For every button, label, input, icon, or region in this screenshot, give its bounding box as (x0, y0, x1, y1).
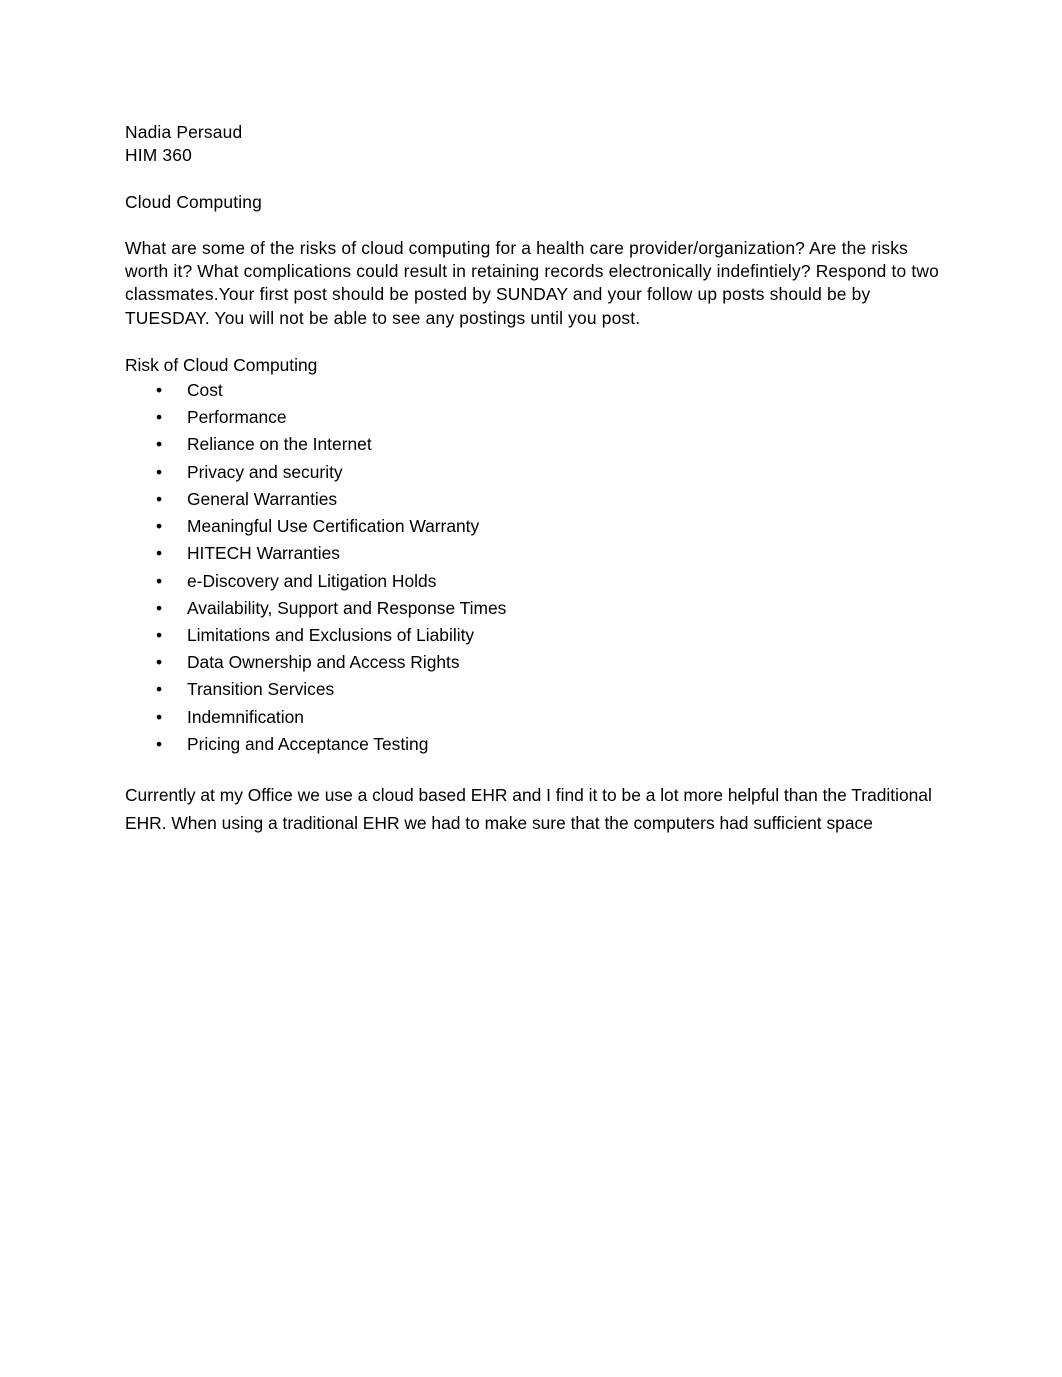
list-item: • e-Discovery and Litigation Holds (125, 568, 943, 595)
list-item-label: Privacy and security (187, 461, 343, 482)
list-item: • Pricing and Acceptance Testing (125, 731, 943, 758)
list-item: • Cost (125, 377, 943, 404)
spacer-after-list (125, 758, 943, 781)
list-item: • Indemnification (125, 704, 943, 731)
bullet-icon: • (156, 380, 163, 401)
list-item-label: Cost (187, 380, 223, 401)
bullet-icon: • (156, 407, 163, 428)
list-item: • Privacy and security (125, 459, 943, 486)
document-body: Nadia Persaud HIM 360 Cloud Computing Wh… (125, 121, 943, 837)
list-item-label: Pricing and Acceptance Testing (187, 733, 429, 754)
author-name: Nadia Persaud (125, 122, 243, 142)
list-item-label: Availability, Support and Response Times (187, 597, 507, 618)
spacer-after-title (125, 214, 943, 237)
bullet-icon: • (156, 516, 163, 537)
bullet-icon: • (156, 624, 163, 645)
list-item: • Performance (125, 404, 943, 431)
list-item-label: Indemnification (187, 706, 304, 727)
document-page: Nadia Persaud HIM 360 Cloud Computing Wh… (0, 0, 1062, 1377)
list-item: • Transition Services (125, 676, 943, 703)
course-code: HIM 360 (125, 145, 192, 166)
bullet-icon: • (156, 597, 163, 618)
list-item-label: Limitations and Exclusions of Liability (187, 624, 475, 645)
bullet-icon: • (156, 488, 163, 509)
spacer-after-prompt (125, 330, 943, 353)
list-item: • Reliance on the Internet (125, 431, 943, 458)
list-item: • Availability, Support and Response Time… (125, 595, 943, 622)
list-item: • HITECH Warranties (125, 540, 943, 567)
bullet-icon: • (156, 733, 163, 754)
list-item: • Meaningful Use Certification Warranty (125, 513, 943, 540)
list-item-label: Meaningful Use Certification Warranty (187, 516, 480, 537)
bullet-icon: • (156, 461, 163, 482)
bullet-icon: • (156, 570, 163, 591)
bullet-icon: • (156, 652, 163, 673)
list-item-label: HITECH Warranties (187, 543, 340, 564)
bullet-icon: • (156, 543, 163, 564)
list-item-label: Reliance on the Internet (187, 434, 372, 455)
document-title: Cloud Computing (125, 191, 262, 212)
bullet-icon: • (156, 434, 163, 455)
list-item: • Limitations and Exclusions of Liability (125, 622, 943, 649)
closing-paragraph: Currently at my Office we use a cloud ba… (125, 784, 932, 833)
list-item-label: Performance (187, 407, 287, 428)
list-item-label: Transition Services (187, 679, 335, 700)
bullet-icon: • (156, 706, 163, 727)
list-item: • General Warranties (125, 486, 943, 513)
list-item-label: General Warranties (187, 488, 338, 509)
risk-list-heading: Risk of Cloud Computing (125, 355, 318, 376)
prompt-paragraph: What are some of the risks of cloud comp… (125, 237, 939, 328)
list-item: • Data Ownership and Access Rights (125, 649, 943, 676)
risk-list: • Cost • Performance • Reliance on the Intern… (125, 377, 943, 758)
spacer-after-header (125, 168, 943, 191)
bullet-icon: • (156, 679, 163, 700)
list-item-label: e-Discovery and Litigation Holds (187, 570, 437, 591)
document-header: Nadia Persaud HIM 360 (125, 121, 943, 168)
list-item-label: Data Ownership and Access Rights (187, 652, 460, 673)
